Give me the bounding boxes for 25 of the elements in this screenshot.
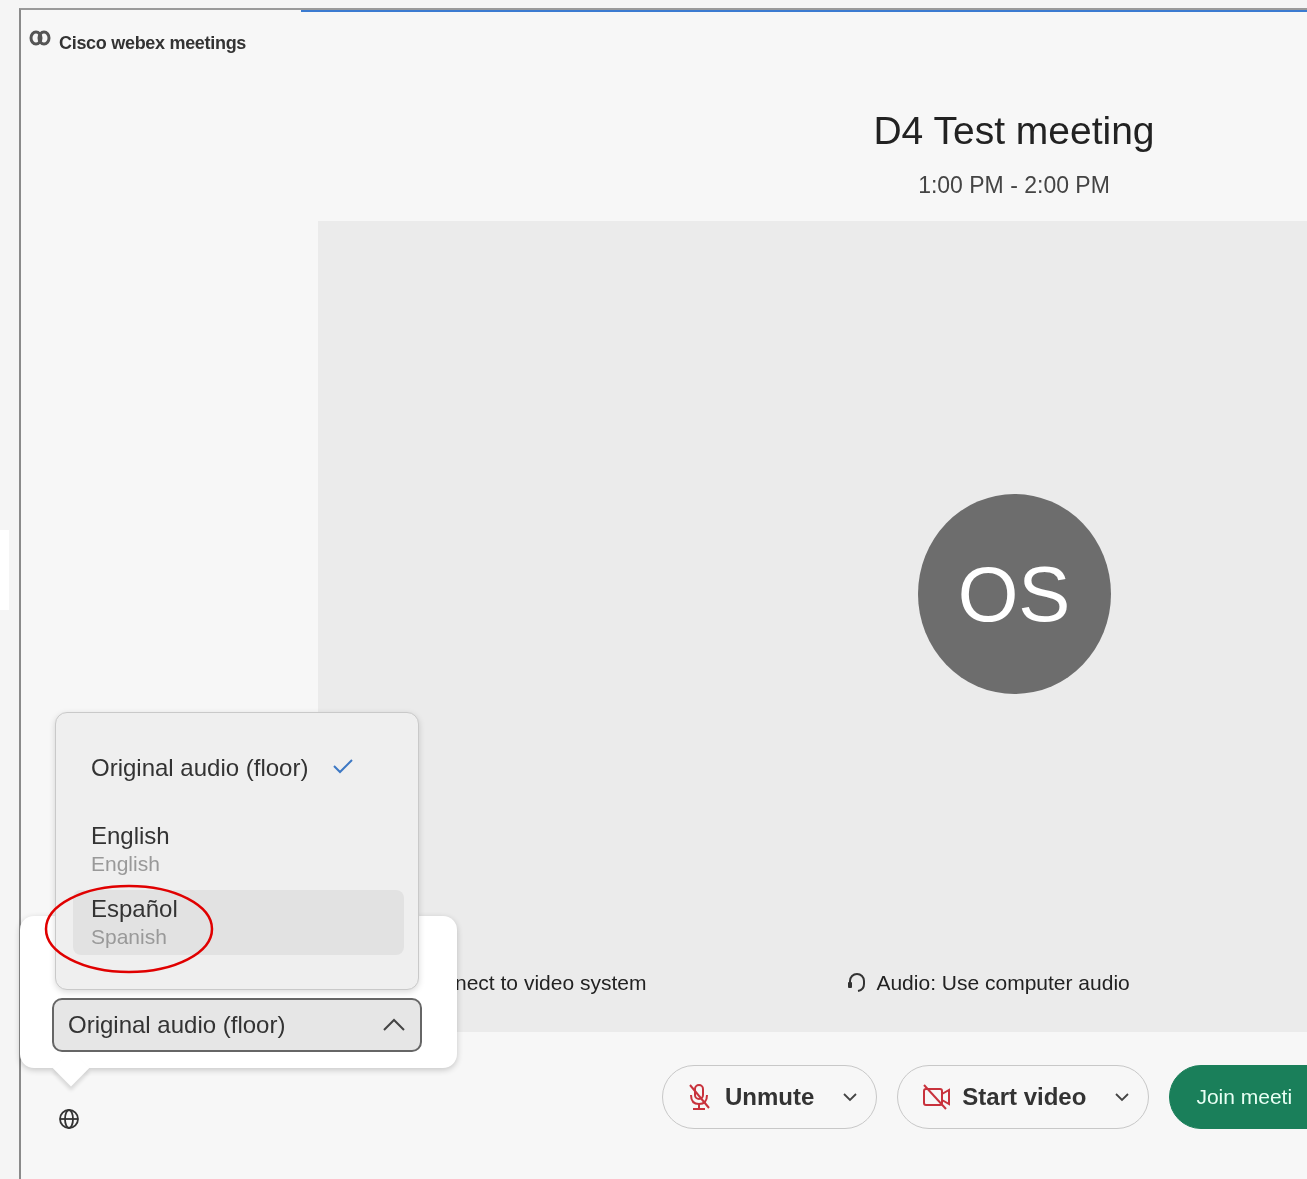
start-video-button[interactable]: Start video xyxy=(897,1065,1150,1129)
join-meeting-button[interactable]: Join meeti xyxy=(1169,1065,1307,1129)
checkmark-icon xyxy=(332,757,355,775)
video-off-icon xyxy=(922,1083,951,1111)
meeting-title: D4 Test meeting xyxy=(873,111,1155,150)
language-select[interactable]: Original audio (floor) xyxy=(52,998,422,1052)
language-option[interactable]: English English xyxy=(73,817,404,883)
avatar: OS xyxy=(917,494,1111,694)
option-label: Español xyxy=(91,894,178,925)
app-logo-text: Cisco webex meetings xyxy=(59,32,247,55)
option-label: Original audio (floor) xyxy=(91,753,309,783)
option-label: English xyxy=(91,821,170,851)
option-sublabel: English xyxy=(91,851,161,877)
unmute-button[interactable]: Unmute xyxy=(662,1065,878,1129)
option-sublabel: Spanish xyxy=(91,924,168,950)
chevron-up-icon xyxy=(382,1018,406,1032)
meeting-time: 1:00 PM - 2:00 PM xyxy=(918,174,1110,197)
muted-microphone-icon xyxy=(687,1083,713,1111)
chevron-down-icon xyxy=(842,1091,859,1103)
logo-icon xyxy=(29,30,51,46)
language-option[interactable]: Original audio (floor) xyxy=(73,753,404,809)
language-option[interactable]: Español Spanish xyxy=(73,890,404,956)
audio-option-text: Audio: Use computer audio xyxy=(876,969,1130,996)
globe-icon[interactable] xyxy=(58,1108,80,1130)
chevron-down-icon xyxy=(1114,1091,1131,1103)
